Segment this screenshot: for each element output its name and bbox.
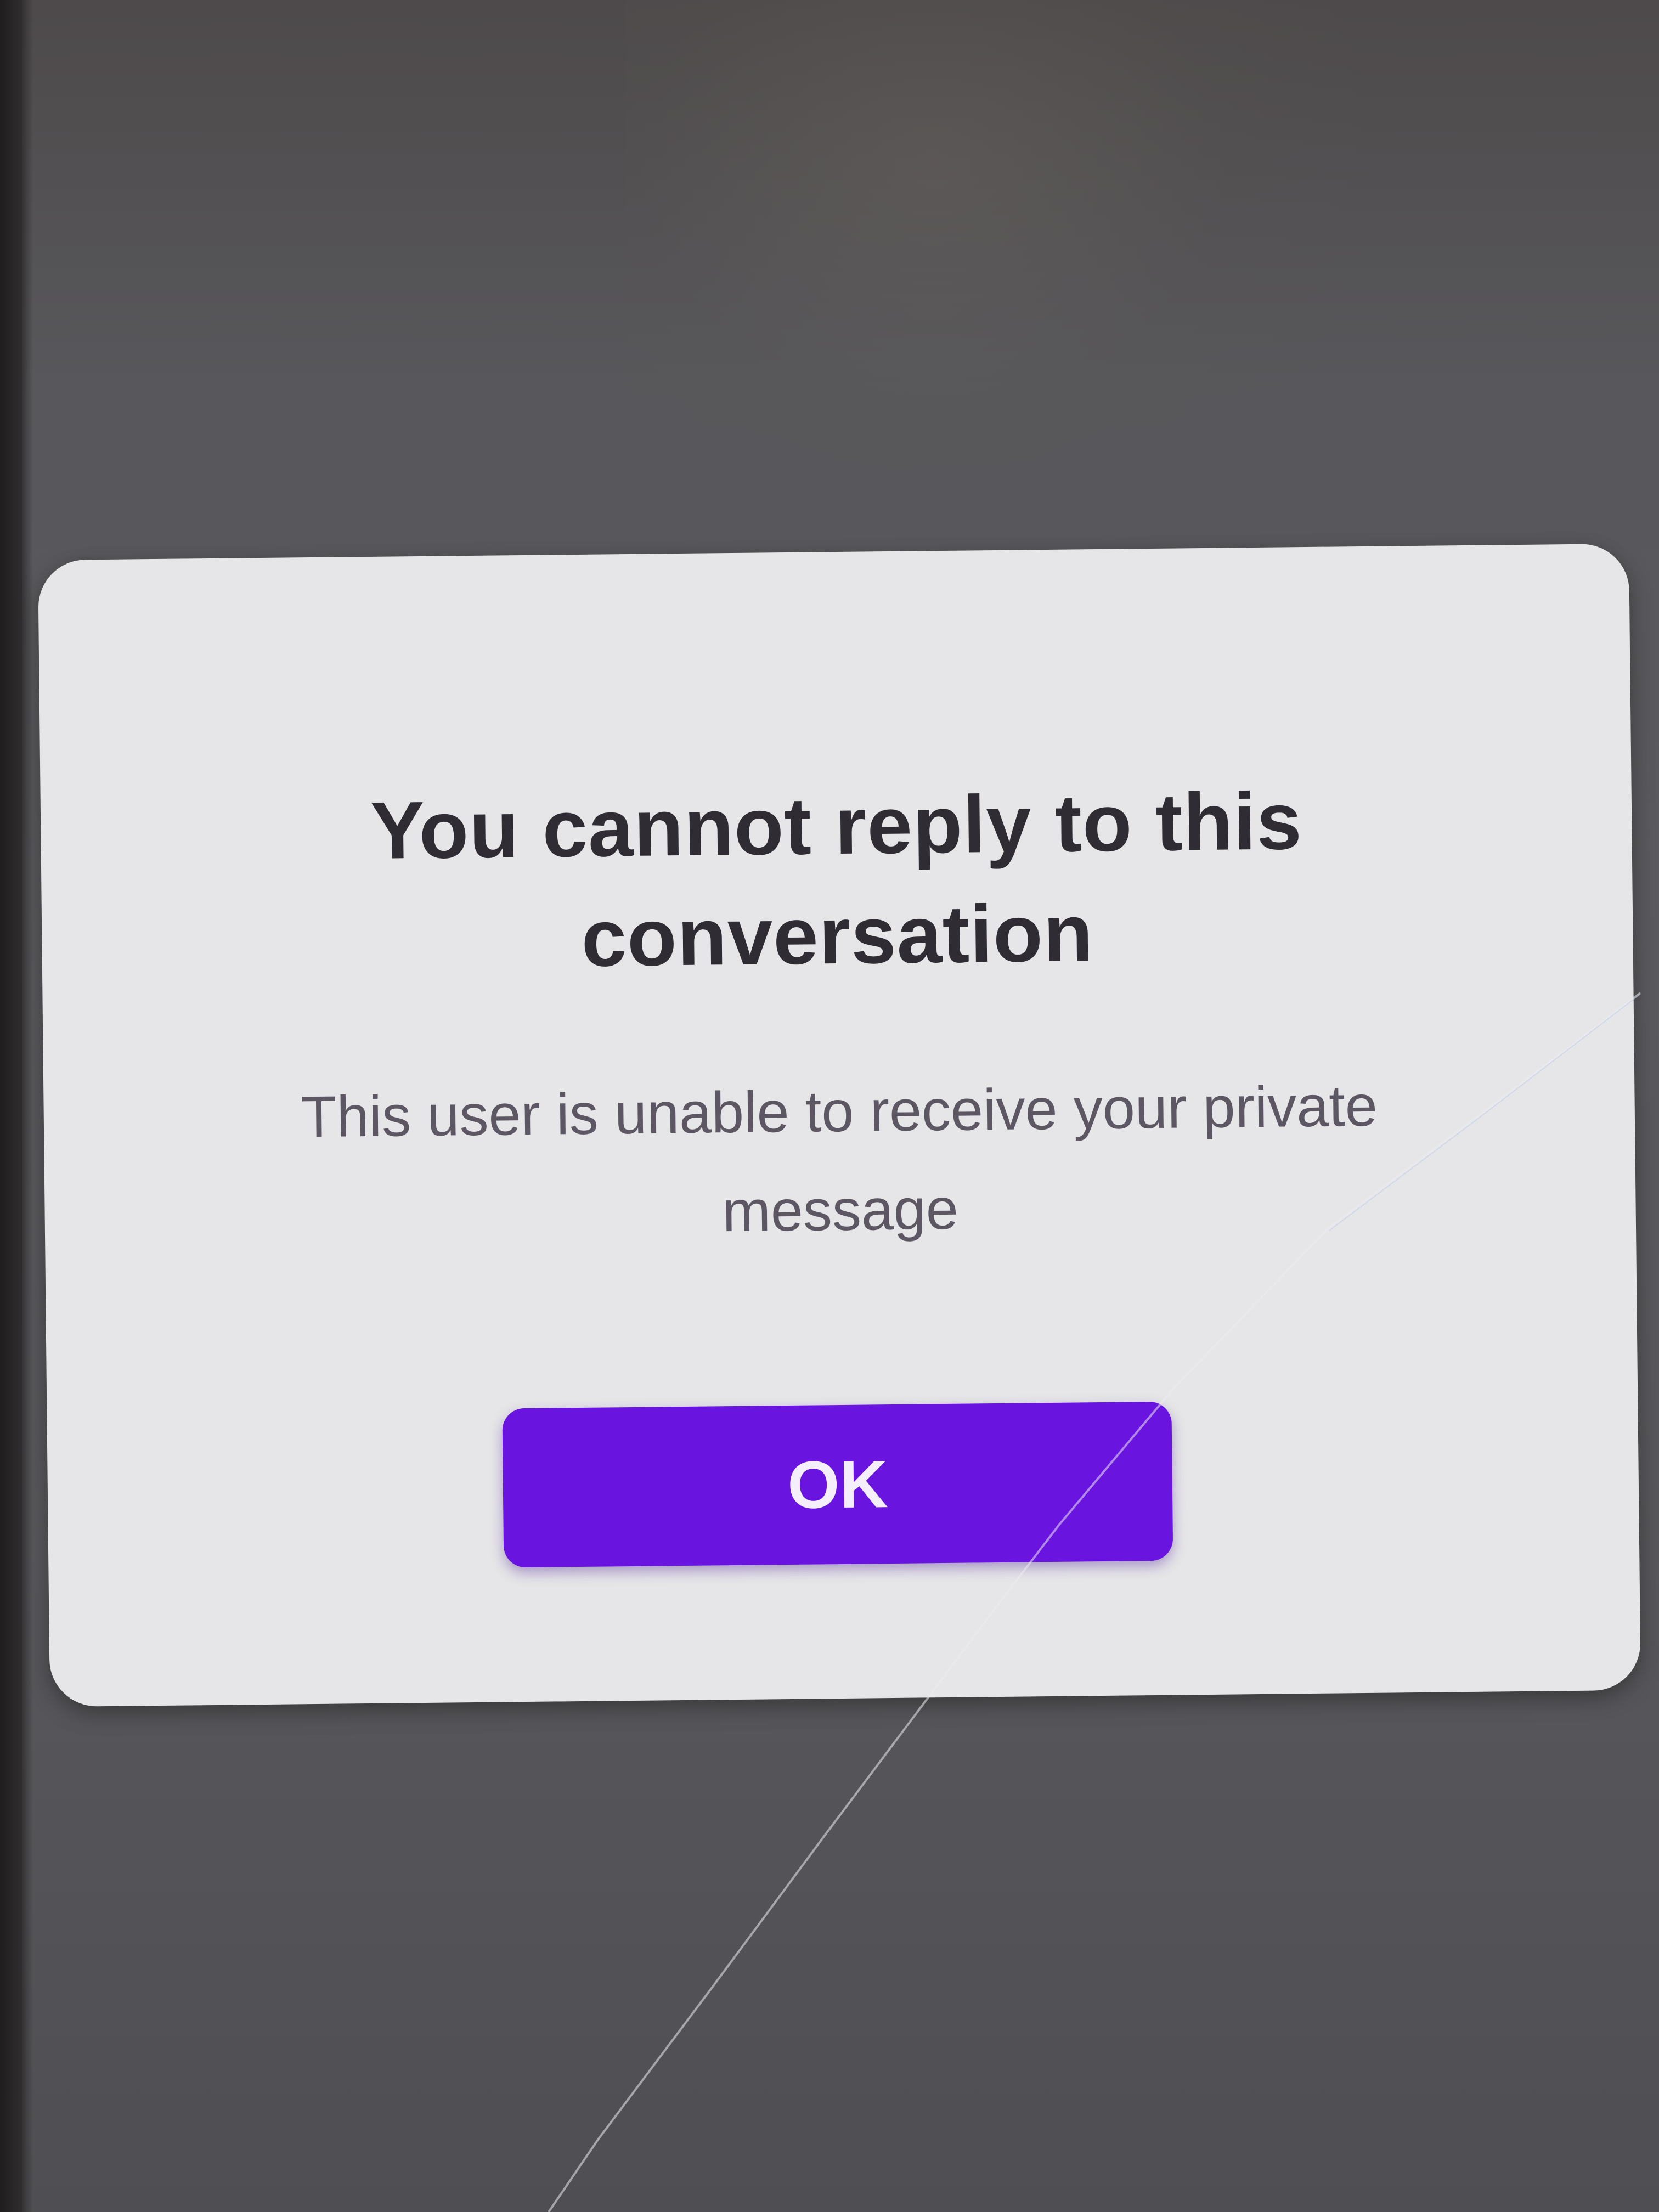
dialog-title: You cannot reply to this conversation bbox=[370, 776, 1303, 984]
photo-scene: You cannot reply to this conversation Th… bbox=[0, 0, 1659, 2212]
dialog-message: This user is unable to receive your priv… bbox=[301, 1073, 1378, 1244]
phone-bezel-edge bbox=[0, 0, 33, 2212]
screen-glare bbox=[625, 0, 1393, 549]
alert-dialog: You cannot reply to this conversation Th… bbox=[38, 543, 1641, 1707]
ok-button[interactable]: OK bbox=[502, 1401, 1173, 1568]
